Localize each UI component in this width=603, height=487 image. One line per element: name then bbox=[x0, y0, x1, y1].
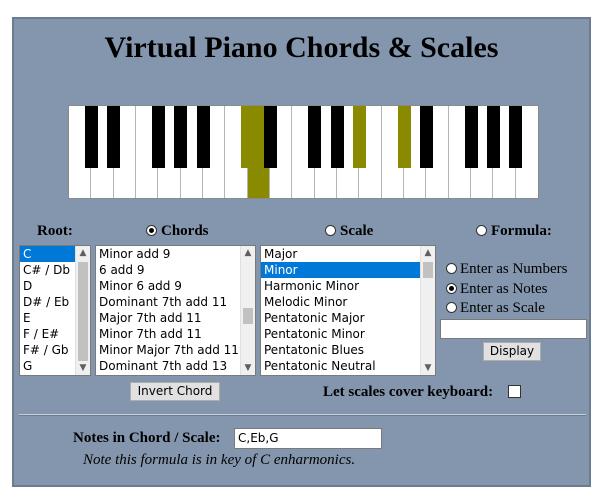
enter-notes-radio[interactable] bbox=[446, 283, 457, 294]
invert-chord-button[interactable]: Invert Chord bbox=[130, 382, 220, 401]
black-key[interactable] bbox=[397, 106, 411, 168]
scroll-down-icon[interactable]: ▼ bbox=[241, 361, 255, 375]
black-key[interactable] bbox=[263, 106, 277, 168]
chord-option[interactable]: Minor 7th add 11 bbox=[96, 326, 255, 342]
scale-option[interactable]: Pentatonic Major bbox=[261, 310, 435, 326]
enter-scale-radio[interactable] bbox=[446, 302, 457, 313]
display-button[interactable]: Display bbox=[483, 342, 541, 361]
black-key[interactable] bbox=[84, 106, 98, 168]
scale-scrollbar[interactable]: ▲ ▼ bbox=[420, 246, 435, 375]
chord-option[interactable]: Major 7th add 11 bbox=[96, 310, 255, 326]
chord-option[interactable]: Minor 6 add 9 bbox=[96, 278, 255, 294]
formula-radio[interactable] bbox=[476, 225, 487, 236]
piano-keyboard[interactable] bbox=[68, 105, 539, 199]
chord-option[interactable]: Dominant 7th add 11 bbox=[96, 294, 255, 310]
scroll-thumb[interactable] bbox=[423, 262, 433, 278]
black-key[interactable] bbox=[464, 106, 478, 168]
scroll-up-icon[interactable]: ▲ bbox=[76, 246, 90, 260]
formula-label: Formula: bbox=[491, 223, 552, 239]
black-key[interactable] bbox=[107, 106, 121, 168]
scroll-up-icon[interactable]: ▲ bbox=[241, 246, 255, 260]
scale-option[interactable]: Pentatonic Blues bbox=[261, 342, 435, 358]
root-label: Root: bbox=[37, 223, 73, 239]
scale-option[interactable]: Pentatonic Neutral bbox=[261, 358, 435, 374]
scroll-down-icon[interactable]: ▼ bbox=[421, 361, 435, 375]
scale-option[interactable]: Minor bbox=[261, 262, 435, 278]
root-listbox[interactable]: C C# / Db D D# / Eb E F / E# F# / Gb G ▲ ▼ bbox=[19, 245, 91, 376]
black-key[interactable] bbox=[352, 106, 366, 168]
black-key[interactable] bbox=[151, 106, 165, 168]
root-scrollbar[interactable]: ▲ ▼ bbox=[75, 246, 90, 375]
formula-note: Note this formula is in key of C enharmo… bbox=[83, 452, 356, 468]
scale-option[interactable]: Major bbox=[261, 246, 435, 262]
enter-scale-label: Enter as Scale bbox=[460, 300, 545, 316]
chords-scrollbar[interactable]: ▲ ▼ bbox=[240, 246, 255, 375]
scale-option[interactable]: Pentatonic Minor bbox=[261, 326, 435, 342]
notes-output-field[interactable]: C,Eb,G bbox=[234, 428, 382, 449]
enter-numbers-label: Enter as Numbers bbox=[460, 261, 568, 277]
notes-label: Notes in Chord / Scale: bbox=[73, 430, 221, 446]
chord-option[interactable]: 6 add 9 bbox=[96, 262, 255, 278]
scroll-thumb[interactable] bbox=[243, 308, 253, 324]
black-key[interactable] bbox=[419, 106, 433, 168]
black-key[interactable] bbox=[196, 106, 210, 168]
chord-option[interactable]: Dominant 7th add 13 bbox=[96, 358, 255, 374]
divider bbox=[19, 414, 586, 416]
scroll-up-icon[interactable]: ▲ bbox=[421, 246, 435, 260]
enter-numbers-radio[interactable] bbox=[446, 263, 457, 274]
page-title: Virtual Piano Chords & Scales bbox=[104, 31, 499, 64]
chords-radio[interactable] bbox=[146, 225, 157, 236]
chords-label: Chords bbox=[161, 223, 209, 239]
black-key[interactable] bbox=[330, 106, 344, 168]
scroll-down-icon[interactable]: ▼ bbox=[76, 361, 90, 375]
scale-radio[interactable] bbox=[325, 225, 336, 236]
scale-label: Scale bbox=[340, 223, 374, 239]
scale-listbox[interactable]: Major Minor Harmonic Minor Melodic Minor Pen… bbox=[260, 245, 436, 376]
black-key[interactable] bbox=[241, 106, 255, 168]
black-key[interactable] bbox=[509, 106, 523, 168]
scale-option[interactable]: Melodic Minor bbox=[261, 294, 435, 310]
chord-option[interactable]: Minor add 9 bbox=[96, 246, 255, 262]
cover-keyboard-label: Let scales cover keyboard: bbox=[323, 384, 494, 400]
formula-input[interactable] bbox=[440, 319, 587, 339]
enter-notes-label: Enter as Notes bbox=[460, 281, 548, 297]
chord-option[interactable]: Minor Major 7th add 11 bbox=[96, 342, 255, 358]
chords-listbox[interactable]: Minor add 96 add 9 Minor 6 add 9 Dominant … bbox=[95, 245, 256, 376]
scale-option[interactable]: Harmonic Minor bbox=[261, 278, 435, 294]
cover-keyboard-checkbox[interactable] bbox=[508, 385, 521, 398]
black-key[interactable] bbox=[308, 106, 322, 168]
scroll-thumb[interactable] bbox=[78, 262, 88, 361]
black-key[interactable] bbox=[486, 106, 500, 168]
black-key[interactable] bbox=[174, 106, 188, 168]
